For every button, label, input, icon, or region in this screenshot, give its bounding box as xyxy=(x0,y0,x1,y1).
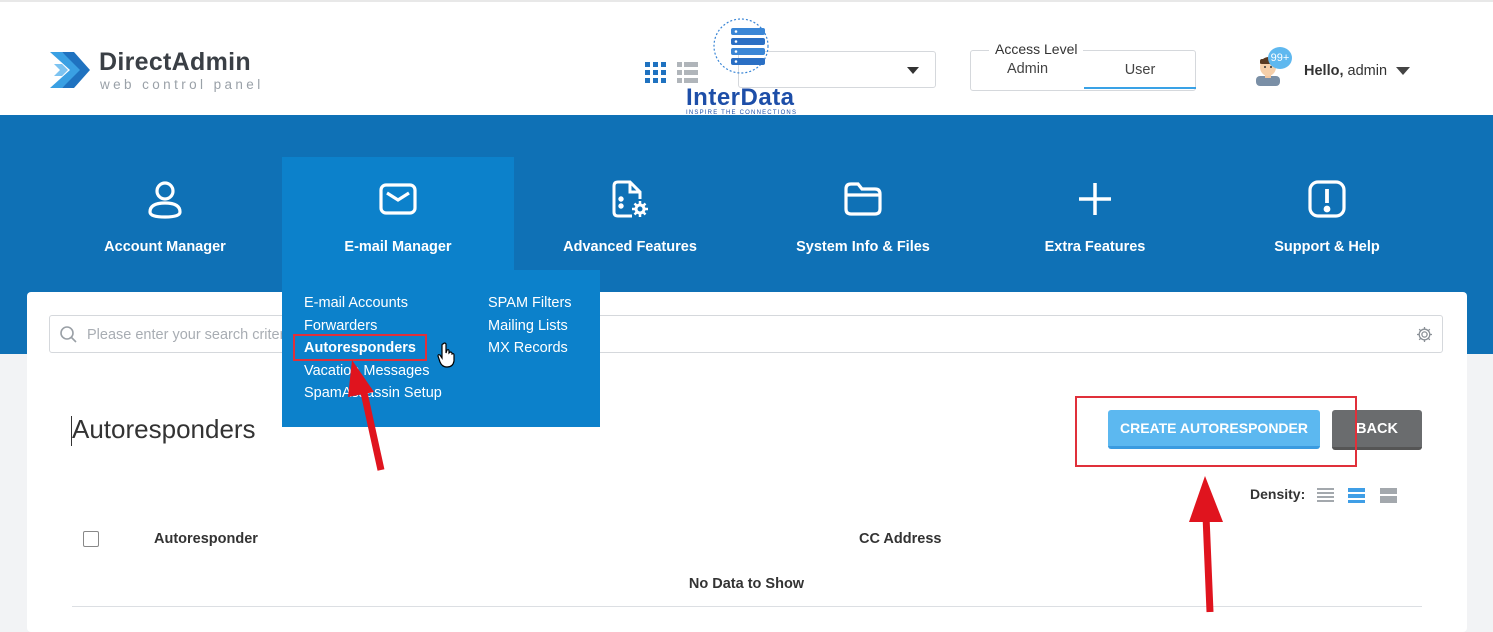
table-divider xyxy=(72,606,1422,607)
nav-system-info-files[interactable]: System Info & Files xyxy=(747,157,979,270)
logo-subtitle: web control panel xyxy=(100,77,264,92)
user-icon xyxy=(148,181,182,219)
server-stack-icon xyxy=(713,18,769,74)
nav-email-manager[interactable]: E-mail Manager xyxy=(282,157,514,270)
page-title: Autoresponders xyxy=(72,414,256,444)
nav-label: E-mail Manager xyxy=(344,239,452,255)
access-admin-option[interactable]: Admin xyxy=(971,61,1084,77)
empty-table-message: No Data to Show xyxy=(688,576,805,592)
chevron-down-icon xyxy=(907,67,919,74)
density-label: Density: xyxy=(1250,486,1306,502)
nav-advanced-features[interactable]: Advanced Features xyxy=(514,157,746,270)
menu-forwarders[interactable]: Forwarders xyxy=(304,318,377,334)
autoresponders-highlight-box xyxy=(293,334,427,361)
menu-mailing-lists[interactable]: Mailing Lists xyxy=(488,318,568,334)
logo-title: DirectAdmin xyxy=(99,48,251,76)
document-gear-icon xyxy=(612,180,648,218)
column-header-autoresponder[interactable]: Autoresponder xyxy=(154,531,258,547)
select-all-checkbox[interactable] xyxy=(83,531,99,547)
search-bar xyxy=(49,315,1443,354)
access-level-switch: Access Level Admin User xyxy=(970,41,1196,91)
nav-support-help[interactable]: Support & Help xyxy=(1211,157,1443,270)
notification-badge[interactable]: 99+ xyxy=(1268,47,1292,69)
greeting-text: Hello, xyxy=(1304,63,1344,79)
hand-pointer-icon xyxy=(437,342,455,368)
grid-view-icon[interactable] xyxy=(645,62,666,83)
nav-label: Account Manager xyxy=(104,239,226,255)
density-compact-icon[interactable] xyxy=(1317,487,1334,504)
top-bar: DirectAdmin web control panel Access Lev… xyxy=(0,0,1493,118)
density-medium-icon[interactable] xyxy=(1348,487,1365,504)
user-menu-chevron-icon[interactable] xyxy=(1396,67,1410,75)
menu-mx-records[interactable]: MX Records xyxy=(488,340,568,356)
folder-icon xyxy=(844,182,882,216)
menu-spamassassin-setup[interactable]: SpamAssassin Setup xyxy=(304,385,442,401)
interdata-brand: InterData xyxy=(686,84,795,111)
density-comfortable-icon[interactable] xyxy=(1380,487,1397,504)
create-button-highlight-box xyxy=(1075,396,1357,467)
directadmin-logo[interactable]: DirectAdmin web control panel xyxy=(48,46,268,96)
access-level-label: Access Level xyxy=(989,41,1084,57)
logo-arrow-icon xyxy=(50,52,90,88)
nav-extra-features[interactable]: Extra Features xyxy=(979,157,1211,270)
interdata-watermark: InterData INSPIRE THE CONNECTIONS xyxy=(683,14,813,118)
nav-label: Extra Features xyxy=(1044,239,1146,255)
username: admin xyxy=(1347,63,1388,79)
menu-vacation-messages[interactable]: Vacation Messages xyxy=(304,363,429,379)
envelope-icon xyxy=(379,183,417,215)
nav-account-manager[interactable]: Account Manager xyxy=(49,157,281,270)
search-icon xyxy=(60,326,77,343)
exclamation-icon xyxy=(1308,180,1346,218)
nav-label: System Info & Files xyxy=(796,239,930,255)
plus-icon xyxy=(1079,183,1111,215)
nav-label: Support & Help xyxy=(1274,239,1380,255)
menu-email-accounts[interactable]: E-mail Accounts xyxy=(304,295,408,311)
menu-spam-filters[interactable]: SPAM Filters xyxy=(488,295,572,311)
access-user-option[interactable]: User xyxy=(1084,51,1196,89)
nav-label: Advanced Features xyxy=(563,239,697,255)
search-input[interactable] xyxy=(85,316,1389,354)
column-header-cc-address[interactable]: CC Address xyxy=(859,531,941,547)
gear-icon[interactable] xyxy=(1416,326,1433,343)
user-greeting[interactable]: Hello, admin xyxy=(1304,63,1387,79)
